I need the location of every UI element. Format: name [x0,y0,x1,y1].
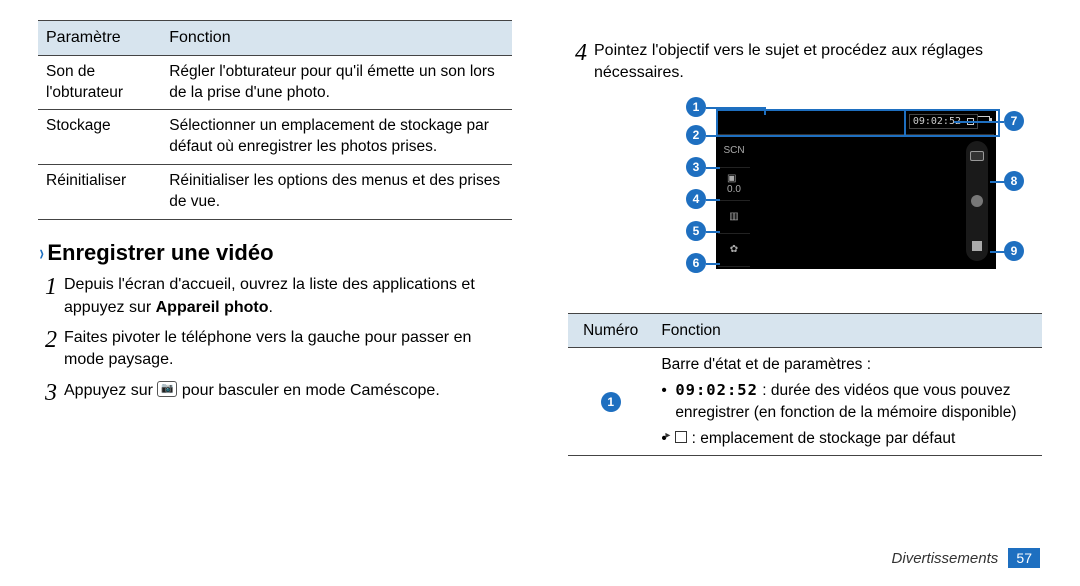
callout-badge-1: 1 [601,392,621,412]
camera-topbar: 09:02:52 [718,111,994,135]
callout-8: 8 [1004,171,1024,191]
func-cell: Régler l'obturateur pour qu'il émette un… [161,55,512,110]
bullet-item: : emplacement de stockage par défaut [661,428,1034,450]
step-text: Depuis l'écran d'accueil, ouvrez la list… [64,274,512,319]
func-cell: Réinitialiser les options des menus et d… [161,165,512,220]
section-heading: ›Enregistrer une vidéo [38,240,512,266]
bullet-item: 09:02:52 : durée des vidéos que vous pou… [661,380,1034,423]
time-glyph: 09:02:52 [675,381,758,399]
param-cell: Son de l'obturateur [38,55,161,110]
table-row: Réinitialiser Réinitialiser les options … [38,165,512,220]
step-bold: Appareil photo [156,299,269,316]
step-4: 4 Pointez l'objectif vers le sujet et pr… [568,40,1042,85]
step-pre: Appuyez sur [64,382,157,399]
callout-5: 5 [686,221,706,241]
step-text: Appuyez sur pour basculer en mode Camésc… [64,380,512,406]
callout-bullets: 09:02:52 : durée des vidéos que vous pou… [661,380,1034,449]
page-number: 57 [1008,548,1040,568]
camera-leftbar: SCN ▣0.0 ▥ ✿ [718,135,750,267]
table-row: Stockage Sélectionner un emplacement de … [38,110,512,165]
left-column: Paramètre Fonction Son de l'obturateur R… [0,0,540,586]
table-row: 1 Barre d'état et de paramètres : 09:02:… [568,348,1042,456]
settings-head-param: Paramètre [38,21,161,56]
callout-4: 4 [686,189,706,209]
table-row: Son de l'obturateur Régler l'obturateur … [38,55,512,110]
col-numero: Numéro [568,313,653,348]
callout-cell: 1 [568,348,653,456]
timer-icon: ▥ [718,201,750,234]
photo-mode-icon [970,151,984,161]
callout-2: 2 [686,125,706,145]
param-cell: Stockage [38,110,161,165]
exposure-icon: ▣0.0 [718,168,750,201]
footer-section: Divertissements [892,550,999,567]
settings-head-func: Fonction [161,21,512,56]
stop-icon [972,241,982,251]
step-number: 4 [568,40,594,85]
callout-desc-title: Barre d'état et de paramètres : [661,356,871,373]
camera-screen: 09:02:52 SCN ▣0.0 ▥ ✿ [716,109,996,269]
page-footer: Divertissements 57 [892,548,1040,568]
callout-7: 7 [1004,111,1024,131]
callout-3: 3 [686,157,706,177]
param-cell: Réinitialiser [38,165,161,220]
callout-desc: Barre d'état et de paramètres : 09:02:52… [653,348,1042,456]
step-post: pour basculer en mode Caméscope. [177,382,439,399]
step-number: 1 [38,274,64,319]
step-post: . [269,299,273,316]
step-number: 3 [38,380,64,406]
callout-6: 6 [686,253,706,273]
callout-table: Numéro Fonction 1 Barre d'état et de par… [568,313,1042,456]
camera-rightbar [966,141,988,261]
callout-1: 1 [686,97,706,117]
camera-icon [157,381,177,397]
step-1: 1 Depuis l'écran d'accueil, ouvrez la li… [38,274,512,319]
col-fonction: Fonction [653,313,1042,348]
step-3: 3 Appuyez sur pour basculer en mode Camé… [38,380,512,406]
section-title-text: Enregistrer une vidéo [47,240,273,265]
step-text: Faites pivoter le téléphone vers la gauc… [64,327,512,372]
step-text: Pointez l'objectif vers le sujet et proc… [594,40,1042,85]
camera-diagram: 09:02:52 SCN ▣0.0 ▥ ✿ 1 2 3 4 [656,99,1026,299]
settings-gear-icon: ✿ [718,234,750,267]
right-column: 4 Pointez l'objectif vers le sujet et pr… [540,0,1080,586]
settings-table: Paramètre Fonction Son de l'obturateur R… [38,20,512,220]
callout-9: 9 [1004,241,1024,261]
step-number: 2 [38,327,64,372]
bullet-text: : emplacement de stockage par défaut [687,430,955,447]
step-2: 2 Faites pivoter le téléphone vers la ga… [38,327,512,372]
storage-icon [675,431,687,443]
chevron-icon: › [39,240,43,266]
record-icon [971,195,983,207]
func-cell: Sélectionner un emplacement de stockage … [161,110,512,165]
scene-mode-icon: SCN [718,135,750,168]
